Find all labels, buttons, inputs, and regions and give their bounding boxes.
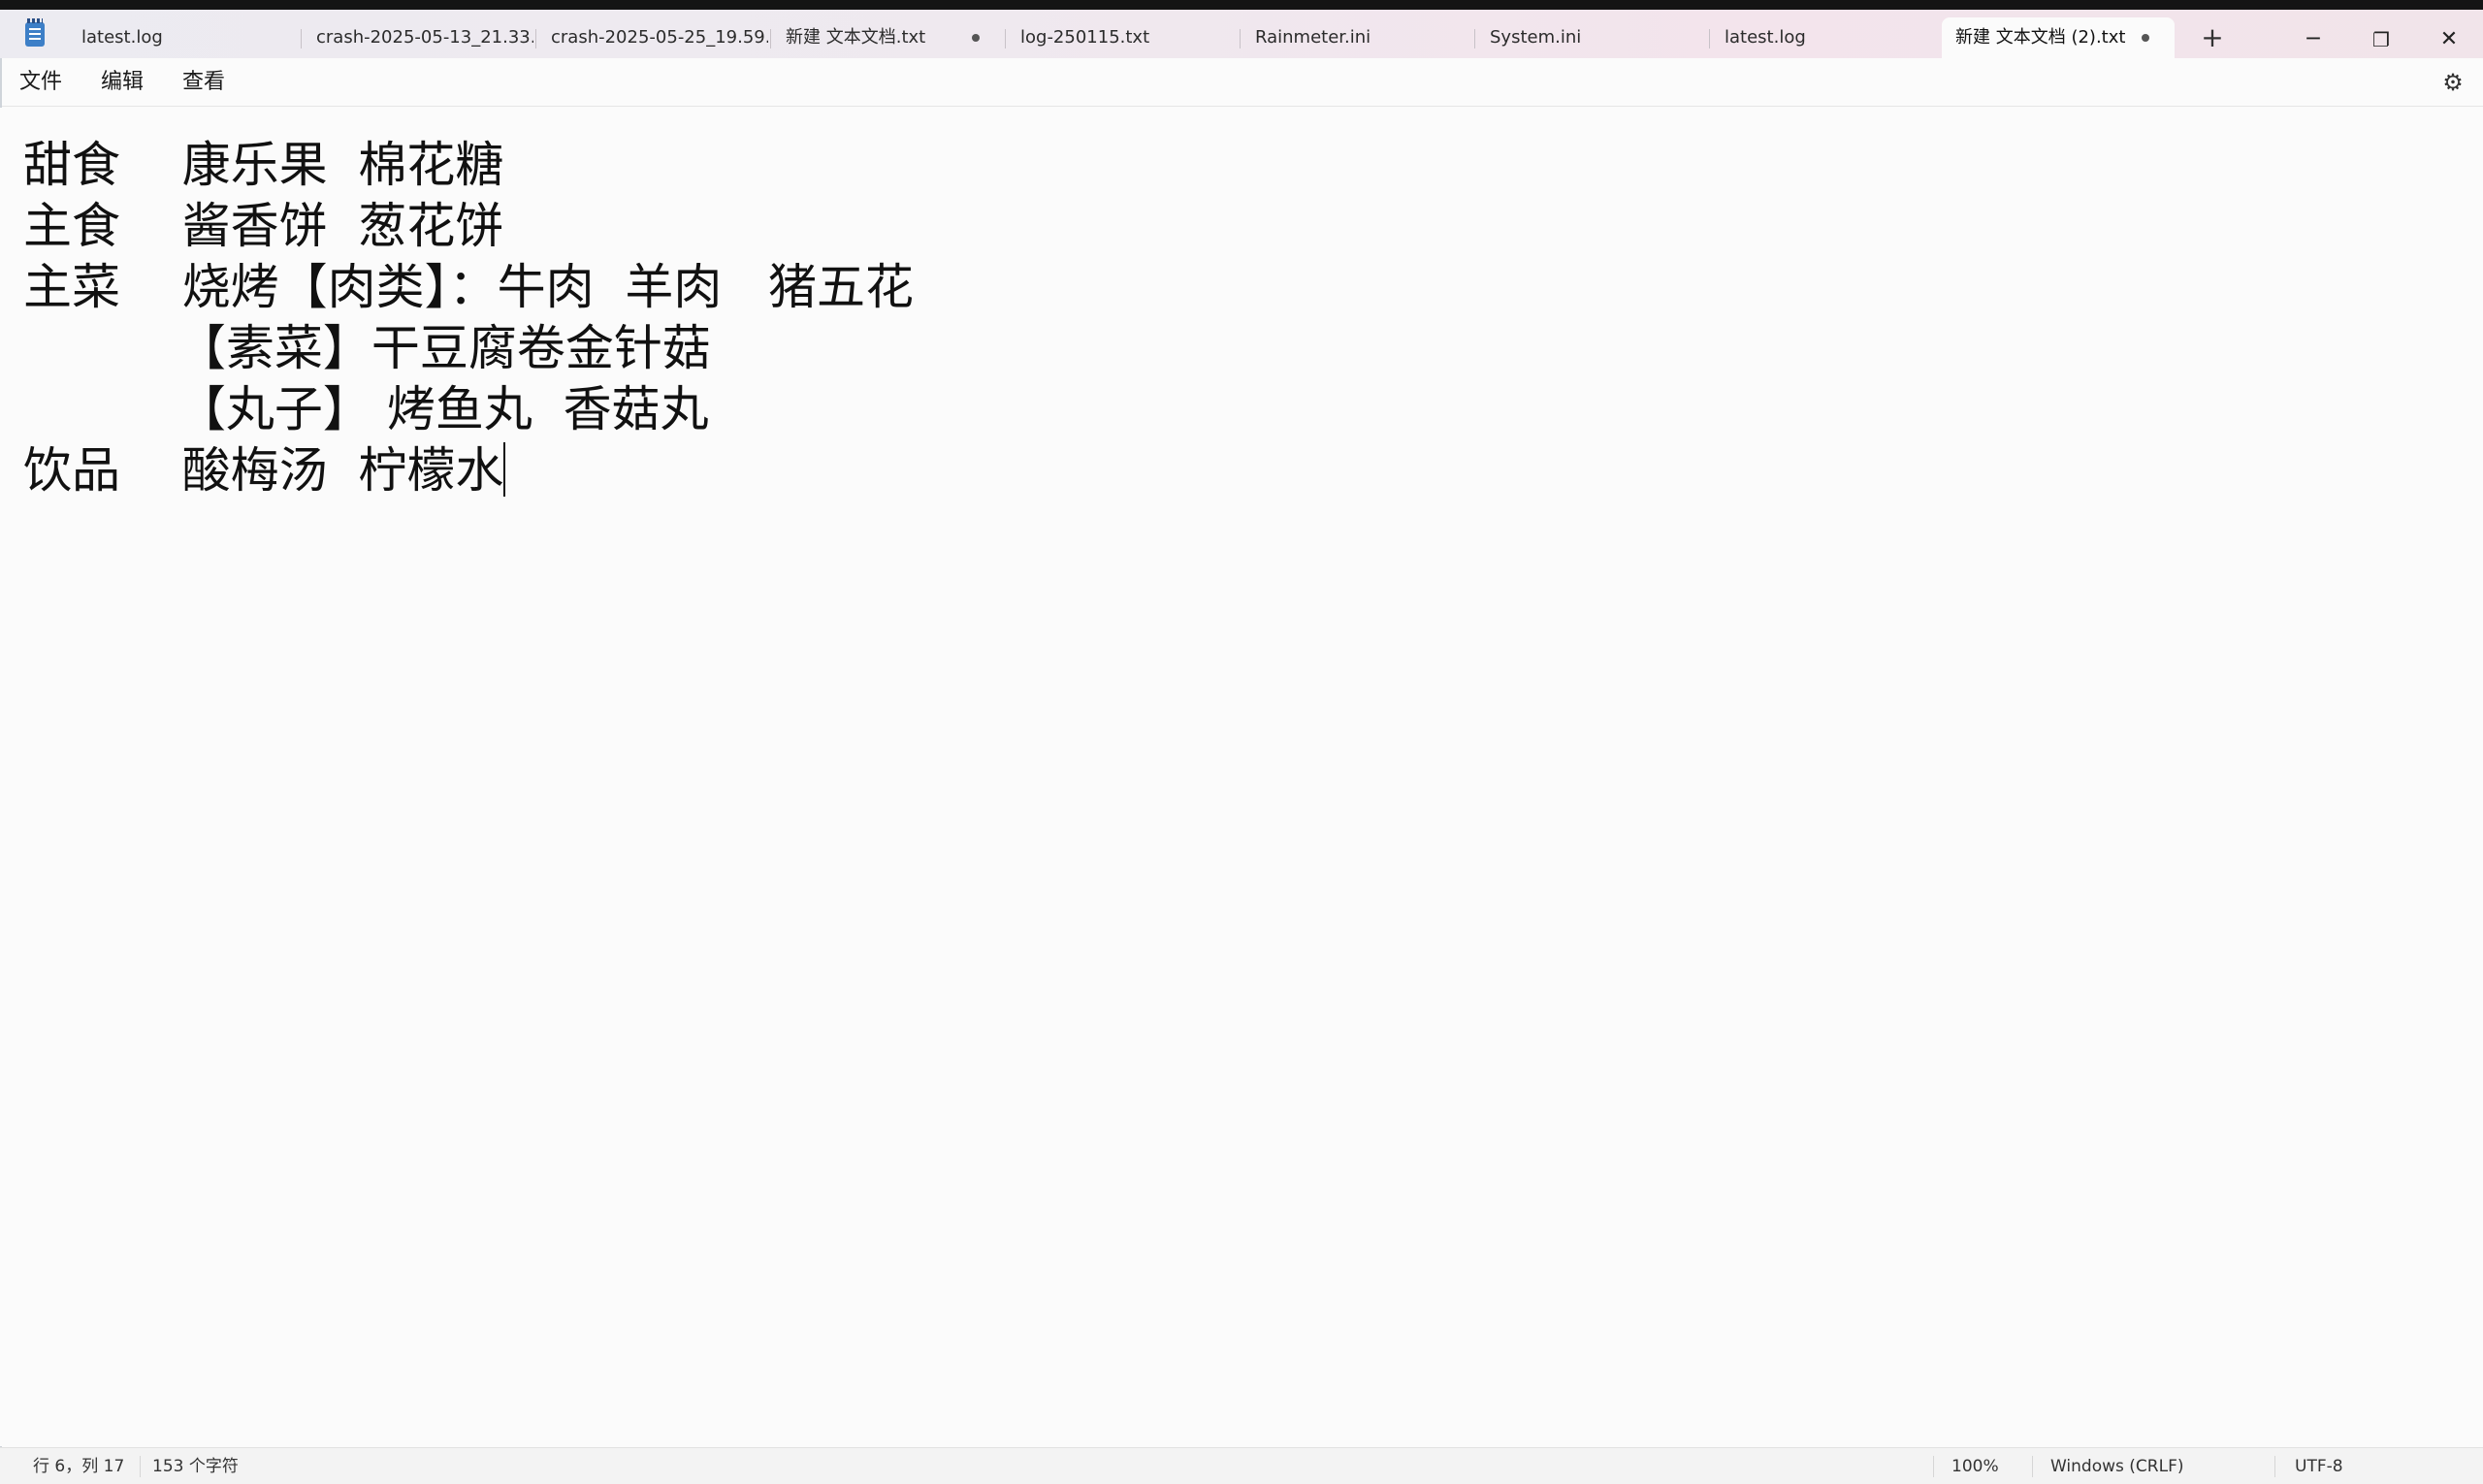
tab-label: 新建 文本文档.txt [786, 27, 926, 48]
editor-line: 【丸子】 烤鱼丸 香菇丸 [23, 381, 709, 437]
unsaved-dot-icon [2142, 34, 2149, 42]
tab-separator [1005, 29, 1006, 48]
text-editor[interactable]: 甜食 康乐果 棉花糖 主食 酱香饼 葱花饼 主菜 烧烤【肉类】：牛肉 羊肉 猪五… [0, 108, 2483, 1446]
tab-label: Rainmeter.ini [1255, 27, 1371, 48]
tab-crash-0525[interactable]: crash-2025-05-25_19.59.54- [537, 17, 768, 58]
tab-label: latest.log [1725, 27, 1806, 48]
tab-new-text-doc-2[interactable]: 新建 文本文档 (2).txt [1942, 17, 2175, 58]
tab-separator [1709, 29, 1710, 48]
status-separator [1933, 1456, 1934, 1477]
tab-new-text-doc[interactable]: 新建 文本文档.txt [772, 17, 1005, 58]
notepad-icon [25, 18, 45, 47]
tab-latest-log-2[interactable]: latest.log [1711, 17, 1944, 58]
tab-rainmeter-ini[interactable]: Rainmeter.ini [1242, 17, 1474, 58]
editor-line: 主食 酱香饼 葱花饼 [23, 198, 504, 254]
settings-gear-icon[interactable]: ⚙ [2440, 70, 2466, 95]
cursor-position: 行 6，列 17 [33, 1457, 125, 1476]
menu-edit[interactable]: 编辑 [101, 70, 144, 95]
top-strip [0, 0, 2483, 10]
encoding[interactable]: UTF-8 [2295, 1448, 2343, 1484]
new-tab-button[interactable]: + [2198, 23, 2227, 52]
tab-separator [1240, 29, 1241, 48]
minimize-button[interactable]: ─ [2279, 19, 2347, 60]
status-bar: 行 6，列 17 153 个字符 100% Windows (CRLF) UTF… [0, 1447, 2483, 1484]
character-count: 153 个字符 [152, 1457, 239, 1476]
tab-label: System.ini [1490, 27, 1582, 48]
tab-label: crash-2025-05-13_21.33.22- [316, 27, 533, 48]
tab-latest-log-1[interactable]: latest.log [68, 17, 301, 58]
line-ending[interactable]: Windows (CRLF) [2050, 1448, 2184, 1484]
status-separator [140, 1456, 141, 1477]
tab-separator [535, 29, 536, 48]
editor-line-last: 饮品 酸梅汤 柠檬水 [23, 440, 2483, 501]
menu-file[interactable]: 文件 [19, 70, 62, 95]
tab-crash-0513[interactable]: crash-2025-05-13_21.33.22- [303, 17, 533, 58]
tab-system-ini[interactable]: System.ini [1476, 17, 1709, 58]
tab-log-250115[interactable]: log-250115.txt [1007, 17, 1240, 58]
tab-label: crash-2025-05-25_19.59.54- [551, 27, 768, 48]
editor-line-text: 饮品 酸梅汤 柠檬水 [23, 442, 504, 499]
zoom-level[interactable]: 100% [1951, 1448, 1999, 1484]
tab-separator [770, 29, 771, 48]
status-separator [2274, 1456, 2275, 1477]
tab-label: latest.log [81, 27, 163, 48]
title-bar: latest.log crash-2025-05-13_21.33.22- cr… [0, 10, 2483, 58]
editor-line: 主菜 烧烤【肉类】：牛肉 羊肉 猪五花 [23, 259, 915, 315]
unsaved-dot-icon [972, 34, 980, 42]
menu-view[interactable]: 查看 [182, 70, 225, 95]
close-button[interactable]: ✕ [2415, 19, 2483, 60]
editor-line: 【素菜】干豆腐卷金针菇 [23, 320, 711, 376]
maximize-button[interactable]: ❐ [2347, 19, 2415, 60]
tab-separator [301, 29, 302, 48]
text-caret [503, 442, 506, 497]
tab-label: log-250115.txt [1020, 27, 1150, 48]
editor-line: 甜食 康乐果 棉花糖 [23, 137, 504, 193]
status-separator [2032, 1456, 2033, 1477]
menu-bar: 文件 编辑 查看 ⚙ [0, 58, 2483, 107]
tab-label: 新建 文本文档 (2).txt [1955, 27, 2126, 48]
tab-separator [1474, 29, 1475, 48]
